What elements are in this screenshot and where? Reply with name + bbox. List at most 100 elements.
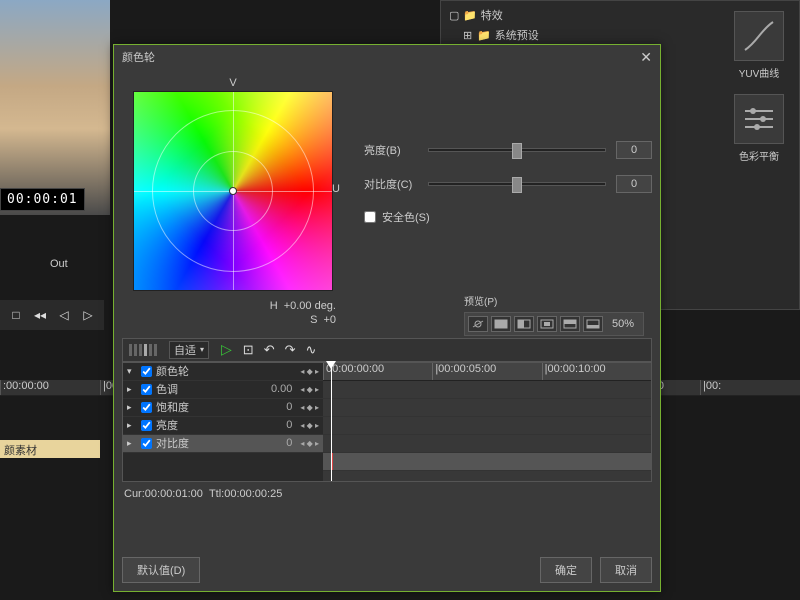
- param-checkbox[interactable]: [141, 438, 152, 449]
- kf-track[interactable]: [323, 435, 651, 453]
- brightness-slider-row: 亮度(B) 0: [364, 141, 652, 159]
- keyframe-timeline[interactable]: 00:00:00:00 |00:00:05:00 |00:00:10:00: [323, 363, 651, 481]
- param-bri[interactable]: ▸ 亮度 0 ◂ ◆ ▸: [123, 417, 323, 435]
- slider-thumb[interactable]: [512, 143, 522, 159]
- ttl-value: 00:00:00:25: [224, 488, 282, 500]
- expand-icon[interactable]: ▸: [127, 384, 137, 395]
- contrast-slider-row: 对比度(C) 0: [364, 175, 652, 193]
- tree-label: 特效: [481, 7, 503, 23]
- ruler-tick: :00:00:00: [0, 380, 100, 395]
- color-wheel-dialog: 颜色轮 ✕ V U H +0.00 deg. S +0: [113, 44, 661, 592]
- kf-nav[interactable]: ◂ ◆ ▸: [300, 385, 319, 394]
- color-wheel-container: V U H +0.00 deg. S +0: [122, 77, 344, 328]
- play-icon[interactable]: ▷: [221, 341, 232, 358]
- param-value[interactable]: 0.00: [271, 383, 292, 395]
- preview-center-icon[interactable]: [537, 316, 557, 332]
- kf-track[interactable]: [323, 381, 651, 399]
- zoom-select[interactable]: 自适: [169, 341, 209, 359]
- contrast-value[interactable]: 0: [616, 175, 652, 193]
- contrast-slider[interactable]: [428, 182, 606, 186]
- preview-bottom-icon[interactable]: [583, 316, 603, 332]
- param-value[interactable]: 0: [286, 401, 292, 413]
- undo-icon[interactable]: ↶: [264, 342, 275, 358]
- ruler-tick: |00:00:05:00: [432, 363, 541, 380]
- param-hue[interactable]: ▸ 色调 0.00 ◂ ◆ ▸: [123, 381, 323, 399]
- transport-toolbar: □ ◂◂ ◁ ▷: [0, 300, 104, 330]
- sat-label: S: [310, 313, 317, 327]
- preview-percent[interactable]: 50%: [606, 316, 640, 332]
- brightness-slider[interactable]: [428, 148, 606, 152]
- preview-monitor: [0, 0, 110, 215]
- kf-nav[interactable]: ◂ ◆ ▸: [300, 439, 319, 448]
- kf-nav[interactable]: ◂ ◆ ▸: [300, 403, 319, 412]
- tree-item-presets[interactable]: ⊞📁 系统预设: [445, 25, 717, 45]
- kf-ruler[interactable]: 00:00:00:00 |00:00:05:00 |00:00:10:00: [323, 363, 651, 381]
- view-mode-icon[interactable]: [123, 344, 163, 356]
- param-checkbox[interactable]: [141, 384, 152, 395]
- rewind-icon[interactable]: ◂◂: [30, 305, 50, 325]
- expand-icon[interactable]: ▸: [127, 420, 137, 431]
- color-balance-label: 色彩平衡: [729, 148, 789, 163]
- step-back-icon[interactable]: ◁: [54, 305, 74, 325]
- yuv-curves-label: YUV曲线: [729, 65, 789, 80]
- kf-nav[interactable]: ◂ ◆ ▸: [300, 421, 319, 430]
- preview-off-icon[interactable]: [468, 316, 488, 332]
- tree-root[interactable]: ▢📁 特效: [445, 5, 717, 25]
- ruler-tick: |00:00:10:00: [542, 363, 651, 380]
- out-label: Out: [50, 258, 68, 270]
- expand-icon[interactable]: ⊞: [463, 29, 473, 42]
- axis-v-label: V: [229, 77, 236, 89]
- preview-label: 预览(P): [464, 293, 644, 308]
- color-balance-thumb[interactable]: [734, 94, 784, 144]
- param-checkbox[interactable]: [141, 366, 152, 377]
- ok-button[interactable]: 确定: [540, 557, 592, 583]
- timeline-clip[interactable]: 颜素材: [0, 440, 100, 458]
- collapse-icon[interactable]: ▾: [127, 366, 137, 377]
- time-readout: Cur:00:00:01:00 Ttl:00:00:00:25: [122, 482, 652, 506]
- cancel-button[interactable]: 取消: [600, 557, 652, 583]
- param-value[interactable]: 0: [286, 437, 292, 449]
- param-con[interactable]: ▸ 对比度 0 ◂ ◆ ▸: [123, 435, 323, 453]
- close-icon[interactable]: ✕: [640, 49, 652, 66]
- preview-section: 预览(P) 50%: [464, 293, 644, 336]
- param-name: 饱和度: [156, 399, 282, 415]
- playhead[interactable]: [331, 363, 332, 481]
- param-checkbox[interactable]: [141, 402, 152, 413]
- param-value[interactable]: 0: [286, 419, 292, 431]
- slider-thumb[interactable]: [512, 177, 522, 193]
- preview-split-v-icon[interactable]: [514, 316, 534, 332]
- brightness-value[interactable]: 0: [616, 141, 652, 159]
- sat-value: +0: [323, 313, 336, 327]
- curve-icon[interactable]: ∿: [306, 342, 317, 358]
- param-root[interactable]: ▾ 颜色轮 ◂ ◆ ▸: [123, 363, 323, 381]
- kf-track[interactable]: [323, 417, 651, 435]
- yuv-curves-thumb[interactable]: [734, 11, 784, 61]
- hs-readout: H +0.00 deg. S +0: [122, 299, 344, 328]
- param-checkbox[interactable]: [141, 420, 152, 431]
- cur-value: 00:00:01:00: [145, 488, 203, 500]
- param-list: ▾ 颜色轮 ◂ ◆ ▸ ▸ 色调 0.00 ◂ ◆ ▸ ▸ 饱和度 0: [123, 363, 323, 481]
- param-name: 对比度: [156, 435, 282, 451]
- axis-u-label: U: [122, 183, 344, 195]
- default-button[interactable]: 默认值(D): [122, 557, 200, 583]
- kf-track[interactable]: [323, 399, 651, 417]
- effect-thumbnails: YUV曲线 色彩平衡: [729, 11, 789, 177]
- loop-icon[interactable]: ⊡: [243, 342, 254, 358]
- preview-full-icon[interactable]: [491, 316, 511, 332]
- expand-icon[interactable]: ▸: [127, 438, 137, 449]
- hue-value: +0.00 deg.: [284, 299, 336, 313]
- dialog-titlebar[interactable]: 颜色轮 ✕: [114, 45, 660, 69]
- param-sat[interactable]: ▸ 饱和度 0 ◂ ◆ ▸: [123, 399, 323, 417]
- kf-track[interactable]: [323, 453, 651, 471]
- redo-icon[interactable]: ↷: [285, 342, 296, 358]
- stop-icon[interactable]: □: [6, 305, 26, 325]
- hue-label: H: [270, 299, 278, 313]
- ruler-tick: |00:: [700, 380, 800, 395]
- zoom-value: 自适: [174, 342, 196, 358]
- collapse-icon[interactable]: ▢: [449, 9, 459, 22]
- safe-color-checkbox[interactable]: [364, 211, 376, 223]
- expand-icon[interactable]: ▸: [127, 402, 137, 413]
- kf-nav[interactable]: ◂ ◆ ▸: [300, 367, 319, 376]
- play-icon[interactable]: ▷: [78, 305, 98, 325]
- preview-split-h-icon[interactable]: [560, 316, 580, 332]
